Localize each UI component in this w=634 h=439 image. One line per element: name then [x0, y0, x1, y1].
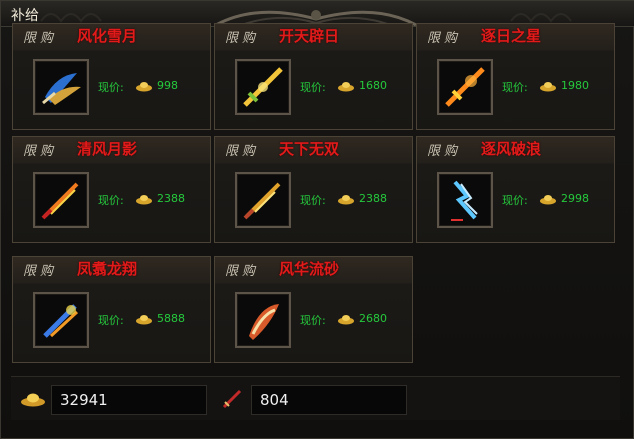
item-slot[interactable] — [33, 59, 89, 115]
phoenix-blade-icon — [43, 304, 79, 338]
limited-badge: 限购 — [225, 144, 260, 159]
gold-ingot-icon — [136, 315, 152, 325]
item-name: 开天辟日 — [279, 27, 340, 45]
item-header: 限购 风化雪月 — [13, 24, 210, 50]
item-slot[interactable] — [437, 172, 493, 228]
gold-ingot-icon — [21, 393, 45, 407]
item-header: 限购 天下无双 — [215, 137, 412, 163]
fire-sword-icon — [445, 67, 485, 107]
sand-blade-icon — [249, 304, 279, 340]
lightning-blade-icon — [451, 180, 478, 221]
price-value: 2388 — [157, 192, 185, 205]
ice-blade-icon — [42, 73, 81, 105]
price-value: 1980 — [561, 79, 589, 92]
item-slot[interactable] — [33, 292, 89, 348]
gold-ingot-icon — [136, 82, 152, 92]
item-name: 清风月影 — [77, 140, 138, 158]
price-label: 现价: — [502, 194, 528, 207]
shop-item[interactable]: 限购 天下无双 现价: 2388 — [214, 136, 413, 243]
price-label: 现价: — [502, 81, 528, 94]
limited-badge: 限购 — [225, 31, 260, 46]
item-name: 风化雪月 — [77, 27, 138, 45]
gold-blade-icon — [243, 182, 281, 220]
item-name: 逐日之星 — [481, 27, 542, 45]
item-slot[interactable] — [235, 59, 291, 115]
item-header: 限购 风华流砂 — [215, 257, 412, 283]
shop-item[interactable]: 限购 风华流砂 现价: 2680 — [214, 256, 413, 363]
item-header: 限购 凤翥龙翔 — [13, 257, 210, 283]
price-value: 2388 — [359, 192, 387, 205]
item-name: 风华流砂 — [279, 260, 340, 278]
token-balance: 804 — [251, 385, 407, 415]
price-label: 现价: — [98, 194, 124, 207]
shop-item[interactable]: 限购 逐日之星 现价: 1980 — [416, 23, 615, 130]
item-slot[interactable] — [235, 292, 291, 348]
flame-blade-icon — [41, 182, 79, 220]
gold-ingot-icon — [540, 195, 556, 205]
price-value: 2998 — [561, 192, 589, 205]
shop-item[interactable]: 限购 风化雪月 现价: 998 — [12, 23, 211, 130]
item-header: 限购 逐日之星 — [417, 24, 614, 50]
limited-badge: 限购 — [427, 31, 462, 46]
price-value: 2680 — [359, 312, 387, 325]
shop-item[interactable]: 限购 凤翥龙翔 现价: 5888 — [12, 256, 211, 363]
supply-window: 补给 限购 风化雪月 现价: 998 限购 开天辟日 现价: 1680 限购 逐… — [0, 0, 634, 439]
item-header: 限购 开天辟日 — [215, 24, 412, 50]
red-sword-icon — [222, 389, 242, 409]
item-name: 凤翥龙翔 — [77, 260, 138, 278]
shop-item[interactable]: 限购 开天辟日 现价: 1680 — [214, 23, 413, 130]
shop-item[interactable]: 限购 清风月影 现价: 2388 — [12, 136, 211, 243]
gold-ingot-icon — [540, 82, 556, 92]
price-label: 现价: — [98, 81, 124, 94]
item-slot[interactable] — [33, 172, 89, 228]
limited-badge: 限购 — [23, 144, 58, 159]
gold-ingot-icon — [338, 315, 354, 325]
gold-ingot-icon — [338, 82, 354, 92]
item-slot[interactable] — [235, 172, 291, 228]
gold-ingot-icon — [338, 195, 354, 205]
shop-grid: 限购 风化雪月 现价: 998 限购 开天辟日 现价: 1680 限购 逐日之星… — [12, 23, 615, 373]
item-header: 限购 清风月影 — [13, 137, 210, 163]
price-label: 现价: — [300, 194, 326, 207]
item-header: 限购 逐风破浪 — [417, 137, 614, 163]
item-name: 天下无双 — [279, 140, 340, 158]
limited-badge: 限购 — [427, 144, 462, 159]
limited-badge: 限购 — [23, 264, 58, 279]
shop-item[interactable]: 限购 逐风破浪 现价: 2998 — [416, 136, 615, 243]
gold-ingot-icon — [136, 195, 152, 205]
golden-sword-icon — [243, 67, 283, 107]
currency-bar: 32941 804 — [11, 376, 620, 420]
price-label: 现价: — [300, 314, 326, 327]
price-value: 998 — [157, 79, 178, 92]
item-name: 逐风破浪 — [481, 140, 542, 158]
item-slot[interactable] — [437, 59, 493, 115]
price-value: 1680 — [359, 79, 387, 92]
limited-badge: 限购 — [23, 31, 58, 46]
price-label: 现价: — [300, 81, 326, 94]
price-value: 5888 — [157, 312, 185, 325]
gold-balance: 32941 — [51, 385, 207, 415]
price-label: 现价: — [98, 314, 124, 327]
limited-badge: 限购 — [225, 264, 260, 279]
